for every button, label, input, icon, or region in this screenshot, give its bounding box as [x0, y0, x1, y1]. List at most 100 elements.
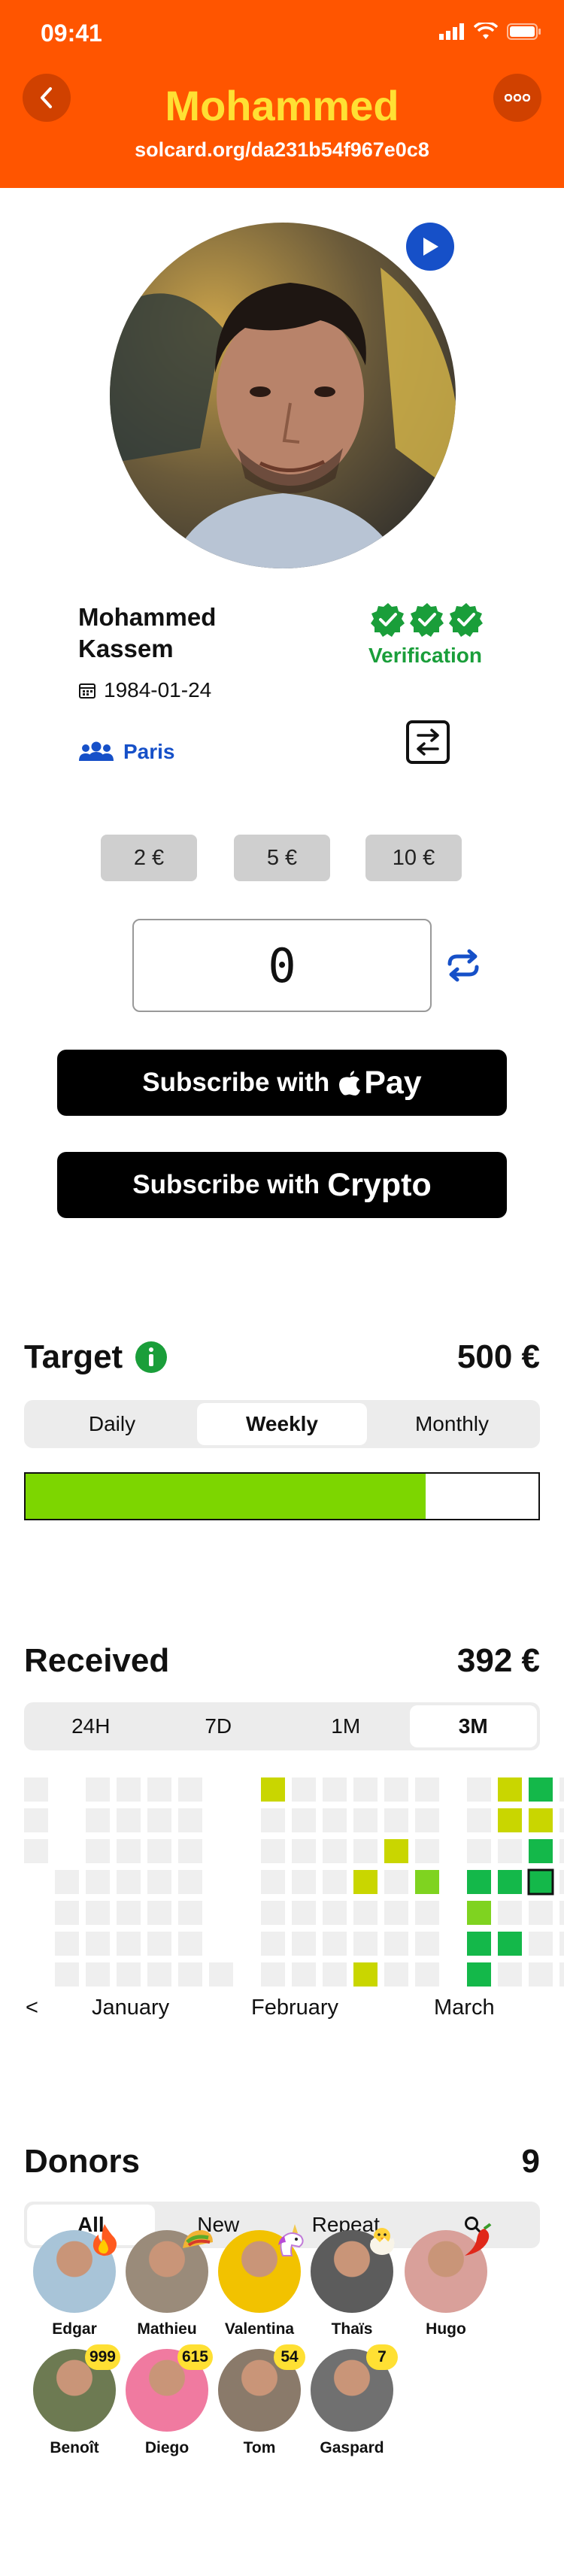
heatmap-cell: [117, 1777, 141, 1802]
heatmap-cell: [24, 1808, 48, 1832]
donor-avatar: [126, 2230, 213, 2313]
heatmap-cell: [117, 1932, 141, 1956]
heatmap-cell: [498, 1870, 522, 1894]
more-button[interactable]: [493, 74, 541, 122]
heatmap-cell: [117, 1808, 141, 1832]
received-range-tabs: 24H 7D 1M 3M: [24, 1702, 540, 1750]
donors-heading: Donors: [24, 2143, 140, 2180]
heatmap-cell: [147, 1901, 171, 1925]
heatmap-cell: [209, 1962, 233, 1987]
status-time: 09:41: [41, 20, 102, 47]
heatmap-cell: [529, 1777, 553, 1802]
heatmap-cell: [117, 1962, 141, 1987]
donation-count-badge: 54: [274, 2344, 305, 2370]
amount-chip-5[interactable]: 5 €: [234, 835, 330, 881]
transfer-button[interactable]: [406, 720, 450, 764]
donor-avatar: [311, 2228, 395, 2313]
heatmap-cell: [292, 1839, 316, 1863]
tab-3m[interactable]: 3M: [409, 1705, 537, 1747]
month-january: January: [92, 1996, 170, 2020]
heatmap-cell: [323, 1962, 347, 1987]
donor-name: Diego: [144, 2439, 190, 2456]
info-icon[interactable]: [135, 1341, 168, 1374]
heatmap-cell: [384, 1808, 408, 1832]
tab-24h[interactable]: 24H: [27, 1705, 155, 1747]
heatmap-cell: [86, 1839, 110, 1863]
heatmap-prev-button[interactable]: <: [26, 1996, 38, 2020]
heatmap-cell: [384, 1870, 408, 1894]
heatmap-cell: [353, 1808, 378, 1832]
heatmap-cell: [261, 1808, 285, 1832]
donor-item[interactable]: Edgar: [29, 2224, 120, 2338]
received-value: 392 €: [456, 1642, 540, 1679]
heatmap-cell: [178, 1777, 202, 1802]
donor-item[interactable]: 7 Gaspard: [307, 2344, 398, 2457]
heatmap-cell: [292, 1808, 316, 1832]
donor-item[interactable]: Thaïs: [307, 2228, 397, 2338]
heatmap-cell: [353, 1932, 378, 1956]
heatmap-cell: [415, 1777, 439, 1802]
amount-input[interactable]: 0: [132, 919, 432, 1012]
city-link[interactable]: Paris: [78, 740, 175, 764]
tab-7d[interactable]: 7D: [155, 1705, 283, 1747]
heatmap-cell: [147, 1962, 171, 1987]
pepper-icon: [465, 2223, 492, 2256]
heatmap-cell: [353, 1870, 378, 1894]
donor-item[interactable]: Mathieu: [122, 2230, 213, 2338]
verified-badge-icon: [449, 603, 483, 637]
donor-name: Valentina: [224, 2320, 295, 2338]
verification-label[interactable]: Verification: [368, 644, 482, 668]
amount-chip-10[interactable]: 10 €: [365, 835, 462, 881]
heatmap-cell: [498, 1901, 522, 1925]
tab-1m[interactable]: 1M: [282, 1705, 410, 1747]
target-value: 500 €: [456, 1338, 540, 1375]
profile-photo-image: [110, 223, 456, 568]
donor-avatar: 7: [311, 2344, 398, 2432]
received-heading: Received: [24, 1642, 170, 1679]
donor-name: Hugo: [426, 2320, 466, 2338]
heatmap-cell: [467, 1932, 491, 1956]
heatmap-cell: [178, 1870, 202, 1894]
tab-monthly[interactable]: Monthly: [367, 1403, 537, 1445]
heatmap-cell: [178, 1839, 202, 1863]
donor-item[interactable]: Hugo: [401, 2223, 492, 2338]
heatmap-cell: [147, 1839, 171, 1863]
currency-toggle-button[interactable]: [445, 949, 481, 982]
heatmap-cell: [178, 1808, 202, 1832]
play-video-button[interactable]: [406, 223, 454, 271]
calendar-icon: [79, 683, 96, 699]
tab-daily[interactable]: Daily: [27, 1403, 197, 1445]
subscribe-apple-pay-button[interactable]: Subscribe with Pay: [57, 1050, 507, 1116]
donor-item[interactable]: Valentina: [214, 2224, 305, 2338]
donor-item[interactable]: 615 Diego: [122, 2344, 213, 2457]
heatmap-cell: [384, 1932, 408, 1956]
donor-name: Benoît: [50, 2439, 99, 2456]
heatmap-cell: [467, 1901, 491, 1925]
donor-item[interactable]: 54 Tom: [214, 2344, 305, 2457]
heatmap-cell: [292, 1932, 316, 1956]
heatmap-cell: [529, 1962, 553, 1987]
heatmap-cell: [261, 1962, 285, 1987]
heatmap-cell: [178, 1901, 202, 1925]
apple-pay-prefix: Subscribe with: [142, 1068, 330, 1097]
donor-avatar: [218, 2224, 304, 2313]
heatmap-cell: [86, 1932, 110, 1956]
heatmap-cell: [55, 1962, 79, 1987]
heatmap-cell: [384, 1901, 408, 1925]
heatmap-cell: [55, 1932, 79, 1956]
target-progress-fill: [26, 1474, 426, 1519]
community-icon: [79, 741, 114, 761]
heatmap-cell: [498, 1839, 522, 1863]
heatmap-cell: [384, 1777, 408, 1802]
profile-url[interactable]: solcard.org/da231b54f967e0c8: [0, 138, 564, 162]
donor-name: Thaïs: [331, 2320, 373, 2338]
heatmap-cell: [353, 1901, 378, 1925]
tab-weekly[interactable]: Weekly: [197, 1403, 367, 1445]
subscribe-crypto-button[interactable]: Subscribe with Crypto: [57, 1152, 507, 1218]
heatmap-cell: [559, 1932, 564, 1956]
date-of-birth: 1984-01-24: [78, 678, 211, 702]
heatmap-cell: [323, 1777, 347, 1802]
amount-chip-2[interactable]: 2 €: [101, 835, 197, 881]
donor-item[interactable]: 999 Benoît: [29, 2344, 120, 2457]
heatmap-cell: [467, 1777, 491, 1802]
